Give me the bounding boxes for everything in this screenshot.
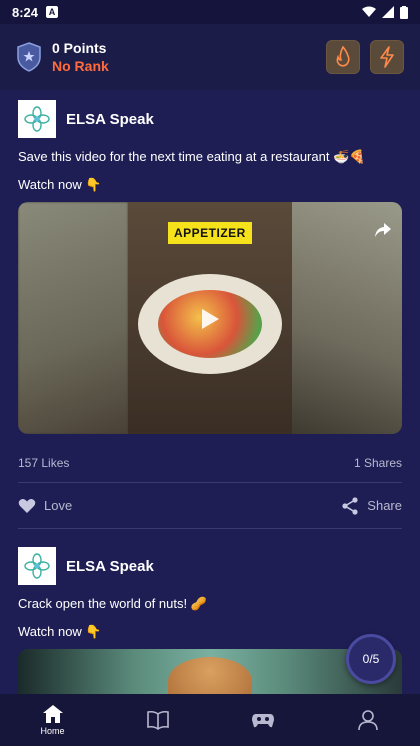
elsa-logo-icon (24, 553, 50, 579)
status-time: 8:24 (12, 4, 39, 20)
streak-button[interactable] (326, 40, 360, 74)
shares-count: 1 Shares (353, 456, 402, 470)
nav-home[interactable]: Home (0, 694, 105, 746)
nav-profile[interactable] (315, 694, 420, 746)
signal-icon (382, 6, 394, 18)
post-header: ELSA Speak (18, 547, 402, 585)
watch-now-text: Watch now 👇 (18, 624, 102, 639)
nav-home-label: Home (40, 726, 65, 736)
post-caption: Save this video for the next time eating… (18, 149, 366, 164)
video-overlay-label: APPETIZER (168, 222, 252, 244)
post-caption: Crack open the world of nuts! 🥜 (18, 596, 207, 611)
points-block[interactable]: 0 Points No Rank (52, 40, 109, 74)
heart-icon (18, 498, 36, 513)
watch-now-text: Watch now 👇 (18, 177, 102, 192)
bottom-nav: Home (0, 694, 420, 746)
love-label: Love (44, 498, 73, 513)
post-brand[interactable]: ELSA Speak (66, 558, 154, 575)
post-card: ELSA Speak Save this video for the next … (0, 90, 420, 529)
status-icons (362, 5, 408, 19)
elsa-logo[interactable] (18, 547, 56, 585)
share-button[interactable]: Share (341, 496, 402, 515)
lightning-icon (380, 46, 394, 68)
notification-a-icon: A (46, 6, 59, 18)
home-icon (42, 705, 63, 723)
progress-label: 0/5 (362, 652, 380, 666)
video-thumbnail[interactable]: APPETIZER (18, 202, 402, 434)
thumb-bg-left (18, 202, 128, 434)
app-header: 0 Points No Rank (0, 24, 420, 90)
wifi-icon (362, 6, 376, 17)
nav-games[interactable] (210, 694, 315, 746)
energy-button[interactable] (370, 40, 404, 74)
points-text: 0 Points (52, 40, 107, 56)
feed[interactable]: ELSA Speak Save this video for the next … (0, 90, 420, 694)
battery-icon (400, 5, 408, 19)
love-button[interactable]: Love (18, 498, 72, 514)
elsa-logo-icon (24, 106, 50, 132)
post-stats: 157 Likes 1 Shares (18, 456, 402, 483)
lesson-progress-button[interactable]: 0/5 (346, 634, 396, 684)
share-label: Share (367, 498, 402, 513)
share-arrow-icon[interactable] (374, 222, 392, 238)
post-brand[interactable]: ELSA Speak (66, 111, 154, 128)
book-icon (146, 710, 169, 730)
profile-icon (357, 710, 378, 731)
elsa-logo[interactable] (18, 100, 56, 138)
gamepad-icon (251, 714, 274, 728)
play-icon[interactable] (196, 306, 222, 332)
nav-learn[interactable] (105, 694, 210, 746)
share-icon (342, 496, 358, 515)
video-thumbnail[interactable] (18, 649, 402, 694)
flame-icon (336, 46, 350, 67)
likes-count: 157 Likes (18, 456, 70, 470)
rank-shield-icon[interactable] (16, 42, 42, 72)
post-actions: Love Share (18, 483, 402, 529)
nuts-image (168, 657, 252, 694)
rank-text: No Rank (52, 58, 109, 74)
status-bar: 8:24 A (0, 0, 420, 24)
post-header: ELSA Speak (18, 100, 402, 138)
